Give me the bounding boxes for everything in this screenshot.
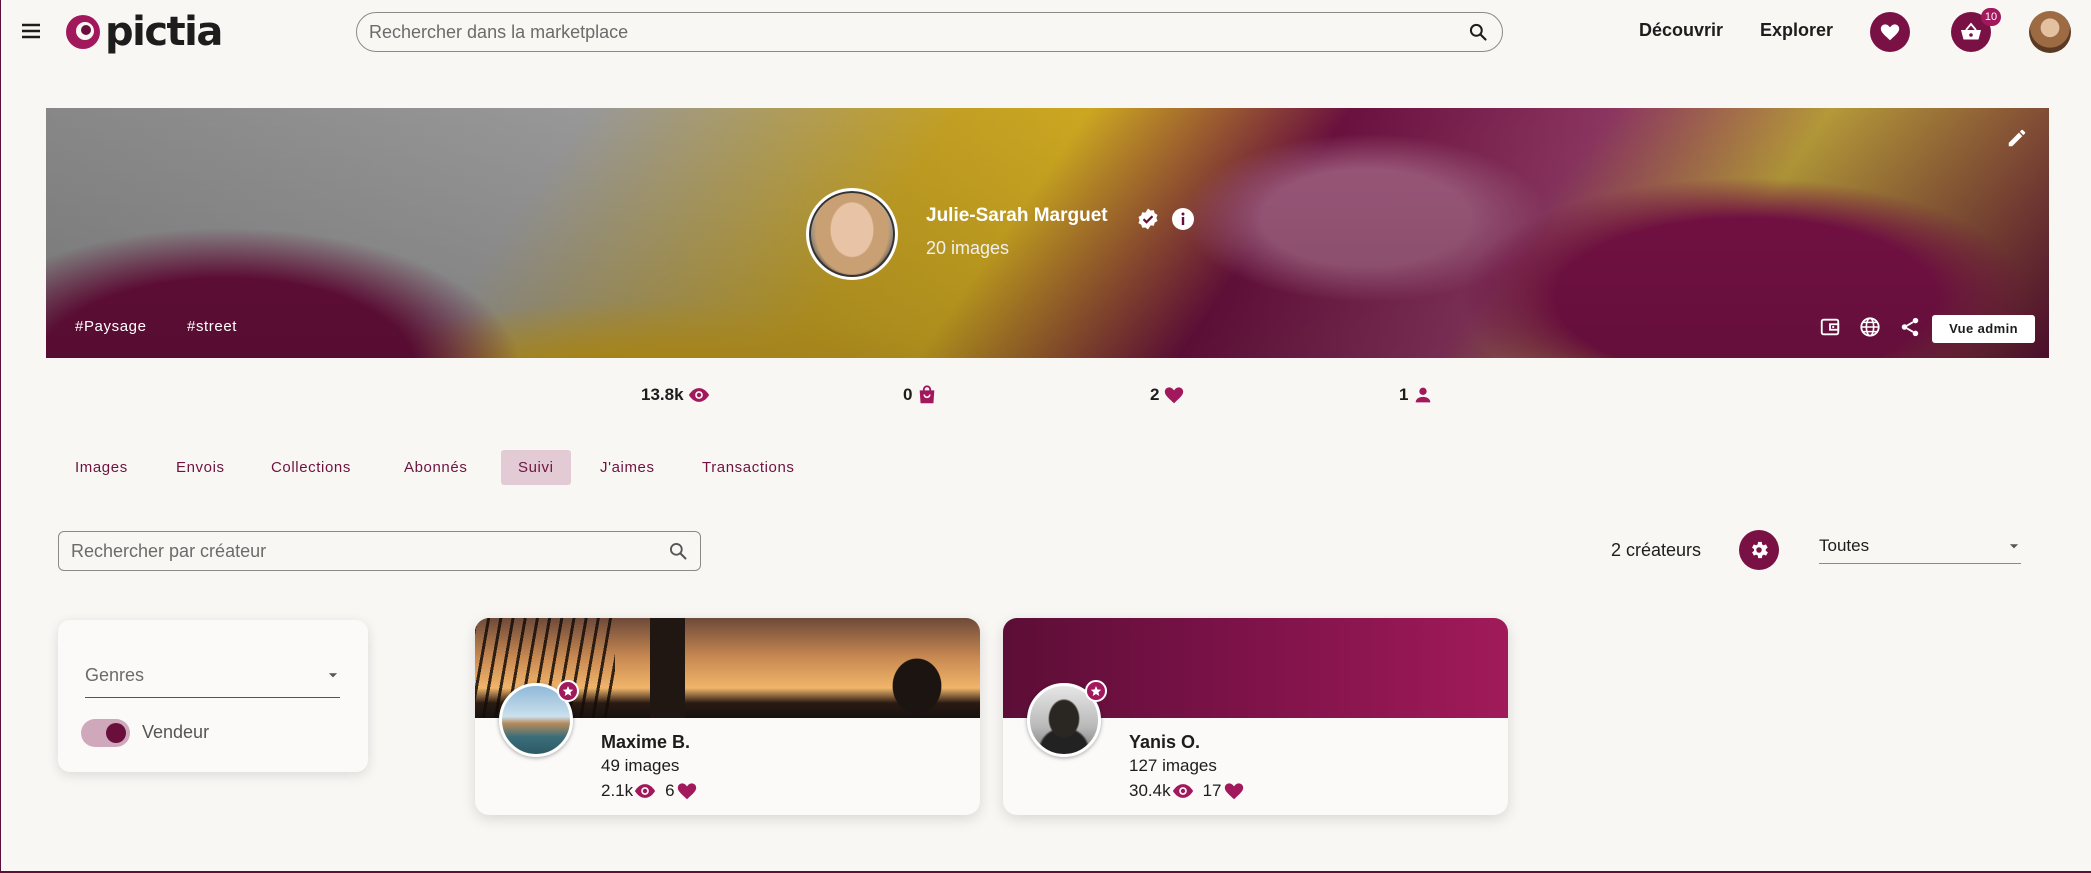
stat-views-value: 13.8k — [641, 385, 684, 404]
filter-select[interactable]: Toutes — [1819, 528, 2021, 564]
tab-images[interactable]: Images — [58, 450, 145, 485]
stat-followers: 1 — [1399, 384, 1434, 406]
genres-label: Genres — [85, 664, 145, 685]
seller-toggle[interactable] — [81, 719, 130, 747]
stat-followers-value: 1 — [1399, 385, 1409, 404]
creator-image-count: 127 images — [1129, 756, 1217, 775]
info-icon[interactable] — [1171, 207, 1195, 231]
tab-jaimes[interactable]: J'aimes — [583, 450, 672, 485]
creator-name: Yanis O. — [1129, 732, 1201, 752]
logo-text: pictia — [105, 9, 223, 55]
favorites-button[interactable] — [1870, 12, 1910, 52]
admin-view-button[interactable]: Vue admin — [1932, 315, 2035, 343]
tag-street[interactable]: #street — [187, 318, 237, 335]
profile-avatar — [806, 188, 898, 280]
creator-views: 30.4k — [1129, 781, 1171, 800]
verified-icon — [1136, 207, 1160, 231]
star-icon — [1085, 680, 1107, 702]
creator-card[interactable]: Yanis O. 127 images 30.4k 17 — [1003, 618, 1508, 815]
filter-select-value: Toutes — [1819, 535, 1870, 555]
gear-icon — [1752, 541, 1768, 559]
shopping-bag-icon — [920, 385, 935, 404]
wallet-icon[interactable] — [1819, 316, 1841, 338]
eye-icon — [635, 784, 656, 798]
creator-likes: 6 — [665, 781, 675, 800]
profile-name: Julie-Sarah Marguet — [926, 205, 1108, 226]
creator-views: 2.1k — [601, 781, 634, 800]
logo-icon — [66, 15, 100, 49]
seller-toggle-label: Vendeur — [142, 722, 210, 742]
stat-views: 13.8k — [641, 384, 710, 406]
tab-collections[interactable]: Collections — [254, 450, 368, 485]
profile-banner — [46, 108, 2049, 358]
stat-purchases-value: 0 — [903, 385, 913, 404]
stat-likes-value: 2 — [1150, 385, 1160, 404]
genres-select[interactable]: Genres — [85, 653, 340, 698]
edit-icon[interactable] — [2006, 127, 2028, 149]
basket-icon — [1961, 22, 1981, 40]
chevron-down-icon — [2009, 543, 2019, 548]
globe-icon[interactable] — [1859, 316, 1881, 338]
nav-decouvrir[interactable]: Découvrir — [1639, 20, 1723, 41]
nav-explorer[interactable]: Explorer — [1760, 20, 1833, 41]
creator-search-input[interactable] — [71, 540, 668, 562]
tab-envois[interactable]: Envois — [159, 450, 242, 485]
heart-icon — [677, 783, 696, 800]
creator-search[interactable] — [58, 531, 701, 571]
marketplace-search[interactable] — [356, 12, 1503, 52]
heart-icon — [1880, 24, 1900, 41]
profile-image-count: 20 images — [926, 238, 1010, 258]
creator-count: 2 créateurs — [1611, 540, 1702, 560]
heart-icon — [1224, 783, 1243, 800]
eye-icon — [688, 388, 709, 402]
user-avatar[interactable] — [2029, 11, 2071, 53]
heart-icon — [1165, 387, 1184, 404]
menu-icon[interactable] — [19, 19, 43, 43]
tab-abonnes[interactable]: Abonnés — [387, 450, 484, 485]
tag-paysage[interactable]: #Paysage — [75, 318, 147, 335]
creator-card[interactable]: Maxime B. 49 images 2.1k 6 — [475, 618, 980, 815]
stat-likes: 2 — [1150, 384, 1185, 406]
tab-transactions[interactable]: Transactions — [685, 450, 812, 485]
share-icon[interactable] — [1899, 316, 1921, 338]
settings-button[interactable] — [1739, 530, 1779, 570]
creator-likes: 17 — [1202, 781, 1222, 800]
person-icon — [1416, 387, 1431, 403]
stat-purchases: 0 — [903, 384, 938, 406]
search-icon[interactable] — [1468, 22, 1488, 42]
logo[interactable]: pictia — [65, 9, 223, 55]
creator-stats: 30.4k 17 — [1129, 780, 1246, 802]
tab-suivi[interactable]: Suivi — [501, 450, 571, 485]
search-icon[interactable] — [668, 541, 688, 561]
eye-icon — [1172, 784, 1193, 798]
chevron-down-icon — [328, 673, 338, 678]
marketplace-search-input[interactable] — [369, 21, 1468, 43]
cart-count-badge: 10 — [1981, 8, 2001, 26]
star-icon — [557, 680, 579, 702]
creator-name: Maxime B. — [601, 732, 691, 752]
creator-stats: 2.1k 6 — [601, 780, 699, 802]
creator-image-count: 49 images — [601, 756, 680, 775]
